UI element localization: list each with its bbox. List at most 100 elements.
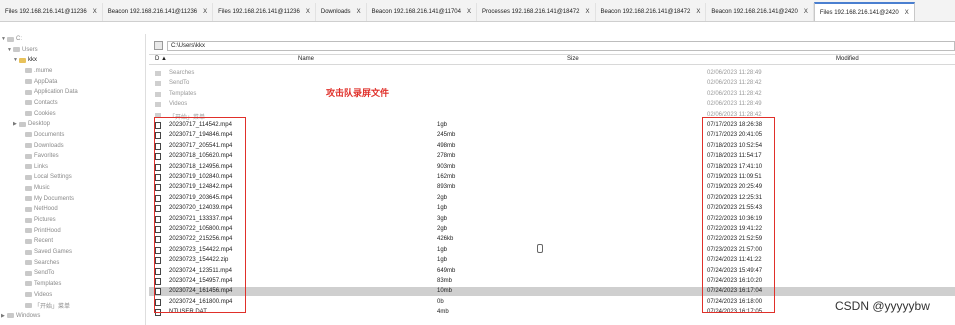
tree-item[interactable]: NetHood (19, 204, 58, 214)
column-d[interactable]: D ▲ (155, 56, 167, 62)
tree-item[interactable]: Links (19, 162, 48, 172)
file-row[interactable]: 20230717_114542.mp4 1gb 07/17/2023 18:26:3… (149, 121, 955, 130)
tab-7[interactable]: Beacon 192.168.216.141@2420 X (706, 3, 814, 21)
tree-item[interactable]: ▶ Desktop (13, 119, 50, 129)
tab-close-button[interactable]: X (93, 9, 97, 15)
file-row[interactable]: 20230724_161456.mp4 10mb 07/24/2023 16:17:… (149, 287, 955, 297)
tree-item[interactable]: Recent (19, 236, 53, 246)
file-row[interactable]: Templates 02/06/2023 11:28:42 (149, 90, 955, 99)
tab-close-button[interactable]: X (804, 9, 808, 15)
tree-item[interactable]: SendTo (19, 268, 54, 278)
tab-8[interactable]: Files 192.168.216.141@2420 X (813, 2, 915, 21)
tree-item[interactable]: Local Settings (19, 172, 72, 182)
file-row[interactable]: Searches 02/06/2023 11:28:49 (149, 69, 955, 78)
file-size: 903mb (437, 163, 456, 170)
tree-item-label: Templates (34, 280, 62, 287)
file-row[interactable]: 20230722_215256.mp4 426kb 07/22/2023 21:52… (149, 235, 955, 244)
tree-item[interactable]: 「开始」菜单 (19, 300, 70, 310)
tree-item-label: Downloads (34, 142, 64, 149)
tab-3[interactable]: Downloads X (316, 3, 367, 21)
path-input[interactable]: C:\Users\kkx (166, 40, 955, 51)
tree-item[interactable]: Searches (19, 258, 59, 268)
tree-item[interactable]: ▼ Users (7, 45, 38, 55)
tab-close-button[interactable]: X (696, 9, 700, 15)
file-row[interactable]: 20230717_194846.mp4 245mb 07/17/2023 20:41… (149, 131, 955, 140)
tab-close-button[interactable]: X (467, 9, 471, 15)
tree-item-label: My Documents (34, 195, 75, 202)
tree-item[interactable]: Pictures (19, 215, 56, 225)
tree-item-label: 「开始」菜单 (34, 303, 71, 310)
tab-5[interactable]: Processes 192.168.216.141@18472 X (477, 3, 596, 21)
folder-icon (25, 68, 32, 74)
tree-item[interactable]: Cookies (19, 109, 56, 119)
folder-icon (155, 102, 161, 108)
tree-item-label: C: (16, 36, 22, 42)
file-row[interactable]: 20230717_205541.mp4 498mb 07/18/2023 10:52… (149, 142, 955, 151)
folder-up-icon[interactable] (154, 41, 163, 50)
tree-item[interactable]: Favorites (19, 151, 59, 161)
tree-item[interactable]: ▶ Windows (1, 311, 40, 321)
file-row[interactable]: 20230723_154422.zip 1gb 07/24/2023 11:41:2… (149, 256, 955, 265)
folder-icon (25, 79, 32, 85)
file-row[interactable]: 20230719_102840.mp4 162mb 07/19/2023 11:09… (149, 173, 955, 182)
tab-label: Processes 192.168.216.141@18472 (481, 9, 580, 15)
tree-item[interactable]: .mume (19, 66, 52, 76)
file-row[interactable]: 20230723_154422.mp4 1gb 07/23/2023 21:57:0… (149, 246, 955, 255)
tab-close-button[interactable]: X (585, 9, 589, 15)
tab-2[interactable]: Files 192.168.216.141@11236 X (213, 3, 316, 21)
tree-item[interactable]: Music (19, 183, 50, 193)
file-row[interactable]: 20230724_154957.mp4 83mb 07/24/2023 16:10:… (149, 277, 955, 286)
tab-close-button[interactable]: X (905, 10, 909, 16)
tree-item-label: NetHood (34, 206, 58, 213)
tree-item[interactable]: Downloads (19, 141, 64, 151)
folder-icon (25, 196, 32, 202)
tab-close-button[interactable]: X (203, 9, 207, 15)
file-row[interactable]: 20230720_124039.mp4 1gb 07/20/2023 21:55:4… (149, 204, 955, 213)
file-size: 162mb (437, 174, 456, 180)
tree-item[interactable]: Saved Games (19, 247, 72, 257)
file-row[interactable]: 「开始」菜单 02/06/2023 11:28:42 (149, 111, 955, 121)
file-size: 2gb (437, 226, 448, 232)
file-size: 426kb (437, 236, 454, 243)
tab-4[interactable]: Beacon 192.168.216.141@11704 X (367, 3, 477, 21)
file-row[interactable]: 20230719_203645.mp4 2gb 07/20/2023 12:25:3… (149, 194, 955, 203)
tree-item[interactable]: Videos (19, 290, 52, 300)
file-row[interactable]: 20230718_105620.mp4 278mb 07/18/2023 11:54… (149, 152, 955, 161)
file-row[interactable]: 20230722_105800.mp4 2gb 07/22/2023 19:41:2… (149, 225, 955, 234)
tab-label: Files 192.168.216.141@11236 (5, 9, 87, 15)
file-size: 278mb (437, 153, 456, 160)
file-modified: 02/06/2023 11:28:42 (707, 90, 762, 97)
tab-label: Beacon 192.168.216.141@18472 (600, 9, 691, 15)
tree-item[interactable]: Application Data (19, 87, 78, 97)
tree-item[interactable]: Contacts (19, 98, 58, 108)
tree-item-label: .mume (34, 67, 53, 74)
file-row[interactable]: 20230721_133337.mp4 3gb 07/22/2023 10:36:1… (149, 215, 955, 224)
tree-item[interactable]: PrintHood (19, 226, 61, 236)
file-row[interactable]: Videos 02/06/2023 11:28:49 (149, 100, 955, 109)
column-size[interactable]: Size (567, 56, 579, 62)
tree-item[interactable]: Templates (19, 279, 61, 289)
tab-1[interactable]: Beacon 192.168.216.141@11236 X (103, 3, 214, 21)
file-size: 649mb (437, 267, 456, 274)
mouse-cursor-icon (537, 244, 543, 253)
column-name[interactable]: Name (298, 56, 314, 62)
folder-icon (25, 260, 32, 266)
file-row[interactable]: 20230718_124956.mp4 903mb 07/18/2023 17:41… (149, 163, 955, 172)
tab-0[interactable]: Files 192.168.216.141@11236 X (0, 3, 103, 21)
file-row[interactable]: 20230719_124842.mp4 893mb 07/19/2023 20:25… (149, 183, 955, 192)
folder-icon (19, 57, 26, 63)
tab-6[interactable]: Beacon 192.168.216.141@18472 X (596, 3, 707, 21)
tree-item[interactable]: My Documents (19, 194, 74, 204)
tree-item[interactable]: ▼ C: (1, 34, 22, 44)
file-row[interactable]: SendTo 02/06/2023 11:28:42 (149, 79, 955, 88)
file-row[interactable]: 20230724_123511.mp4 649mb 07/24/2023 15:49… (149, 267, 955, 276)
tree-item[interactable]: ▼ kkx (13, 55, 37, 65)
tree-item[interactable]: Documents (19, 130, 64, 140)
tab-label: Files 192.168.216.141@2420 (819, 9, 899, 16)
tab-close-button[interactable]: X (357, 9, 361, 15)
file-modified: 02/06/2023 11:28:42 (707, 80, 762, 87)
tab-close-button[interactable]: X (306, 9, 310, 15)
folder-icon (155, 71, 161, 76)
column-modified[interactable]: Modified (836, 56, 859, 62)
tree-item[interactable]: AppData (19, 77, 57, 87)
